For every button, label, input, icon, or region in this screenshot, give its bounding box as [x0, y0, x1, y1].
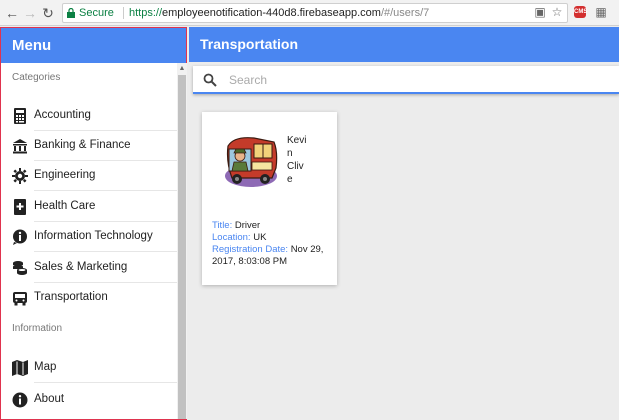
info-chat-icon	[13, 229, 27, 245]
scroll-thumb[interactable]	[178, 75, 186, 419]
map-icon	[12, 360, 28, 376]
back-arrow-icon[interactable]: ←	[4, 5, 20, 21]
medical-book-icon	[14, 199, 26, 215]
page-title: Transportation	[189, 27, 619, 62]
search-bar	[193, 66, 619, 94]
bank-icon	[13, 139, 27, 154]
popup-blocked-icon[interactable]: ▣	[533, 5, 547, 19]
employee-card[interactable]: Kevi n Cliv e Title: Driver Location: UK…	[202, 112, 337, 285]
bus-driver-avatar-icon	[225, 137, 278, 187]
sidebar-item-label: Map	[34, 361, 57, 373]
sidebar-item-health-care[interactable]: Health Care	[1, 192, 177, 222]
location-key: Location:	[212, 232, 251, 243]
sidebar-item-accounting[interactable]: Accounting	[1, 101, 177, 131]
employee-details: Title: Driver Location: UK Registration …	[212, 220, 332, 268]
sidebar-item-label: Transportation	[34, 291, 108, 303]
address-bar[interactable]: Secure https://employeenotification-440d…	[62, 3, 568, 23]
extension-grid-icon[interactable]: ▦	[594, 5, 608, 19]
coins-icon	[13, 261, 27, 275]
sidebar-item-label: Health Care	[34, 200, 96, 212]
sidebar-item-banking-finance[interactable]: Banking & Finance	[1, 131, 177, 161]
url-path: /#/users/7	[380, 7, 430, 19]
sidebar-item-information-technology[interactable]: Information Technology	[1, 222, 177, 252]
title-key: Title:	[212, 220, 233, 231]
sidebar-item-label: Information Technology	[34, 230, 153, 242]
sidebar-item-map[interactable]: Map	[1, 353, 177, 383]
sidebar-item-label: Engineering	[34, 169, 96, 181]
title-value: Driver	[234, 220, 261, 231]
title-row: Title: Driver	[212, 220, 332, 232]
divider	[34, 251, 177, 252]
sidebar-scrollbar[interactable]: ▲	[177, 63, 187, 419]
bookmark-star-icon[interactable]: ☆	[550, 5, 564, 19]
gear-icon	[12, 168, 28, 184]
registration-key: Registration Date:	[212, 244, 289, 255]
name-line: n	[287, 148, 293, 159]
divider	[34, 382, 177, 383]
sidebar: Menu ▲ Categories Accounting Banking & F…	[0, 27, 187, 420]
sidebar-item-engineering[interactable]: Engineering	[1, 161, 177, 191]
forward-arrow-icon[interactable]: →	[22, 5, 38, 21]
employee-name: Kevi n Cliv e	[287, 134, 315, 186]
bus-icon	[13, 292, 27, 306]
browser-toolbar: ← → ↻ Secure https://employeenotificatio…	[0, 0, 619, 26]
information-label: Information	[12, 323, 63, 334]
lock-icon	[67, 8, 75, 18]
url-text[interactable]: https://employeenotification-440d8.fireb…	[129, 4, 429, 22]
sidebar-item-about[interactable]: About	[1, 385, 177, 415]
calculator-icon	[14, 108, 26, 124]
sidebar-item-label: Banking & Finance	[34, 139, 131, 151]
info-icon	[12, 392, 28, 408]
sidebar-title: Menu	[1, 28, 186, 63]
url-host: employeenotification-440d8.firebaseapp.c…	[162, 7, 381, 19]
divider	[123, 7, 124, 19]
search-input[interactable]	[229, 70, 599, 90]
sidebar-item-label: About	[34, 393, 65, 405]
location-value: UK	[253, 232, 267, 243]
sidebar-item-transportation[interactable]: Transportation	[1, 283, 177, 313]
extension-cms-icon[interactable]: CMS	[574, 6, 587, 18]
url-prefix: https://	[129, 7, 163, 19]
sidebar-item-sales-marketing[interactable]: Sales & Marketing	[1, 253, 177, 283]
search-icon[interactable]	[203, 73, 217, 87]
sidebar-item-label: Sales & Marketing	[34, 261, 128, 273]
location-row: Location: UK	[212, 232, 332, 244]
name-line: Kevi	[287, 135, 307, 146]
categories-label: Categories	[12, 72, 61, 83]
name-line: Cliv	[287, 161, 304, 172]
name-line: e	[287, 174, 293, 185]
sidebar-item-label: Accounting	[34, 109, 91, 121]
divider	[34, 190, 177, 191]
scroll-up-icon[interactable]: ▲	[177, 65, 187, 73]
secure-label: Secure	[79, 7, 114, 19]
registration-row: Registration Date: Nov 29, 2017, 8:03:08…	[212, 244, 332, 268]
reload-icon[interactable]: ↻	[40, 5, 56, 21]
